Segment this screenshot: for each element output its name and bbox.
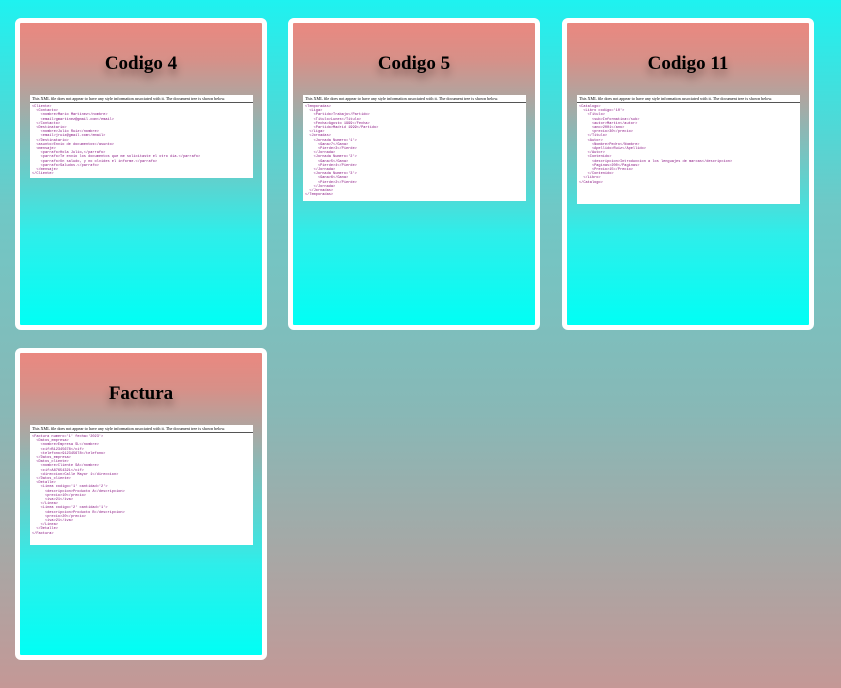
card-title: Codigo 11 bbox=[647, 53, 729, 74]
card-title: Codigo 4 bbox=[104, 53, 178, 74]
xml-tree: <Factura numero='1' fecha='2023'> <Datos… bbox=[30, 433, 253, 538]
xml-preview-message: This XML file does not appear to have an… bbox=[30, 425, 253, 433]
card-codigo-5[interactable]: Codigo 5 This XML file does not appear t… bbox=[288, 18, 540, 330]
xml-preview[interactable]: This XML file does not appear to have an… bbox=[30, 95, 253, 178]
xml-line: </Factura> bbox=[32, 531, 54, 536]
xml-preview-message: This XML file does not appear to have an… bbox=[303, 95, 526, 103]
xml-tree: <Temporadas> <Liga> <Partido>Trabajo</Pa… bbox=[303, 103, 526, 199]
xml-preview[interactable]: This XML file does not appear to have an… bbox=[303, 95, 526, 201]
xml-tree: <Catalogo> <Libro codigo='10'> <Titulo> … bbox=[577, 103, 800, 187]
card-codigo-11[interactable]: Codigo 11 This XML file does not appear … bbox=[562, 18, 814, 330]
card-title: Factura bbox=[108, 383, 174, 404]
card-title: Codigo 5 bbox=[377, 53, 451, 74]
xml-line: </Temporadas> bbox=[305, 193, 334, 198]
xml-tree: <Cliente> <Contacto> <nombre>Mario Marti… bbox=[30, 103, 253, 178]
card-factura[interactable]: Factura This XML file does not appear to… bbox=[15, 348, 267, 660]
xml-preview-message: This XML file does not appear to have an… bbox=[30, 95, 253, 103]
xml-preview[interactable]: This XML file does not appear to have an… bbox=[30, 425, 253, 545]
card-codigo-4[interactable]: Codigo 4 This XML file does not appear t… bbox=[15, 18, 267, 330]
xml-line: </Catalogo> bbox=[579, 180, 603, 185]
xml-preview-message: This XML file does not appear to have an… bbox=[577, 95, 800, 103]
xml-preview[interactable]: This XML file does not appear to have an… bbox=[577, 95, 800, 204]
xml-line: </Cliente> bbox=[32, 172, 54, 177]
